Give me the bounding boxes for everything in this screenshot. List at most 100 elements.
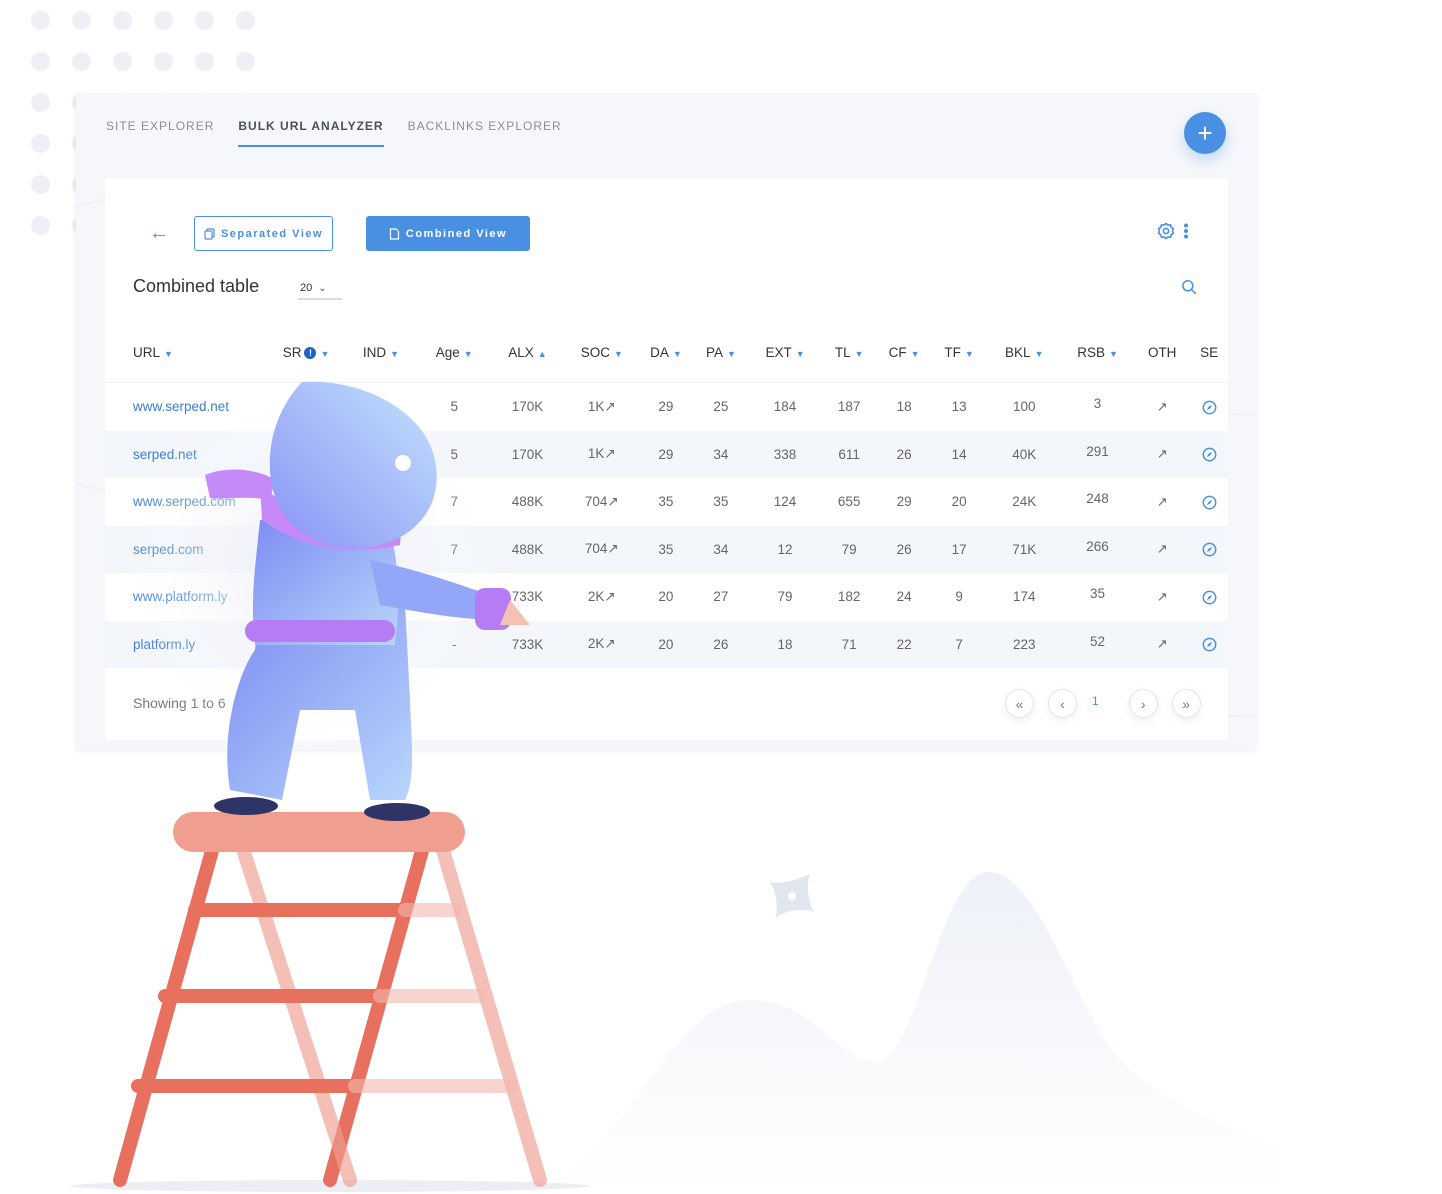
compass-icon[interactable] <box>1202 400 1217 415</box>
cell-bkl: 24K <box>1012 494 1037 510</box>
cell-tl: 182 <box>837 589 861 605</box>
cell-oth: ↗ <box>1134 478 1190 526</box>
column-header-oth: OTH <box>1134 323 1191 383</box>
compass-icon[interactable] <box>1202 447 1217 462</box>
cell-se <box>1190 573 1228 621</box>
mascot-on-ladder-illustration <box>70 380 590 1192</box>
cell-tf: 14 <box>930 430 988 478</box>
chevron-down-icon: ▼ <box>320 349 330 359</box>
cell-tl: 79 <box>820 525 878 573</box>
external-link-icon[interactable]: ↗ <box>1157 636 1168 651</box>
cell-tf: 9 <box>955 589 963 605</box>
column-header-tf[interactable]: TF ▼ <box>930 323 988 383</box>
external-link-icon[interactable]: ↗ <box>1157 589 1168 604</box>
compass-icon[interactable] <box>1202 637 1217 652</box>
page-size-select[interactable]: 20 ⌄ <box>298 282 342 300</box>
cell-tf: 13 <box>951 399 967 415</box>
cell-cf: 26 <box>877 430 931 478</box>
chevron-up-icon: ▲ <box>537 349 547 359</box>
cell-pa: 34 <box>692 525 750 573</box>
chevron-down-icon: ▼ <box>1108 349 1118 359</box>
cell-cf: 26 <box>877 525 931 573</box>
cell-tf: 17 <box>930 525 988 573</box>
cell-pa: 34 <box>692 430 750 478</box>
sparkle-star-decoration <box>770 874 814 918</box>
compass-icon[interactable] <box>1202 495 1217 510</box>
chevron-down-icon: ▼ <box>164 349 173 359</box>
external-link-icon[interactable]: ↗ <box>1157 399 1168 414</box>
external-link-icon[interactable]: ↗ <box>1157 541 1168 556</box>
cell-tf: 7 <box>930 620 988 668</box>
chevron-down-icon: ▼ <box>854 349 864 359</box>
cell-tl: 187 <box>837 399 861 415</box>
chevron-down-icon: ▼ <box>964 349 974 359</box>
back-button[interactable]: ← <box>149 222 169 245</box>
chevron-down-icon: ▼ <box>1034 349 1044 359</box>
kebab-icon[interactable] <box>1183 223 1189 239</box>
combined-view-button[interactable]: Combined View <box>366 216 530 251</box>
column-header-rsb[interactable]: RSB ▼ <box>1060 323 1135 383</box>
cell-rsb: 3 <box>1093 396 1102 412</box>
compass-icon[interactable] <box>1202 542 1217 557</box>
chevron-down-icon: ▼ <box>726 349 736 359</box>
cell-da: 20 <box>658 589 674 605</box>
tab-backlinks-explorer[interactable]: BACKLINKS EXPLORER <box>408 119 562 147</box>
cell-ext: 124 <box>773 494 797 510</box>
ladder <box>113 812 547 1187</box>
info-icon[interactable]: ! <box>304 347 317 359</box>
cell-ext: 18 <box>749 620 821 668</box>
column-header-da[interactable]: DA ▼ <box>639 323 693 383</box>
cell-ext: 79 <box>777 589 793 605</box>
chevron-down-icon: ▼ <box>672 349 682 359</box>
cell-pa: 27 <box>713 589 729 605</box>
column-header-tl[interactable]: TL ▼ <box>820 323 878 383</box>
compass-icon[interactable] <box>1202 590 1217 605</box>
tab-site-explorer[interactable]: SITE EXPLORER <box>106 119 214 147</box>
cell-oth: ↗ <box>1134 383 1190 431</box>
chevron-down-icon: ▼ <box>910 349 920 359</box>
cell-rsb: 248 <box>1086 491 1109 507</box>
tab-bulk-url-analyzer[interactable]: BULK URL ANALYZER <box>238 119 384 147</box>
column-header-ext[interactable]: EXT ▼ <box>749 323 821 383</box>
chevron-down-icon: ⌄ <box>318 283 327 294</box>
column-header-pa[interactable]: PA ▼ <box>692 323 750 383</box>
external-link-icon[interactable]: ↗ <box>1157 494 1168 509</box>
add-button[interactable]: + <box>1184 112 1226 154</box>
next-page-button[interactable]: › <box>1128 689 1158 718</box>
external-link-icon[interactable]: ↗ <box>1157 446 1168 461</box>
table-title: Combined table <box>133 276 260 296</box>
nav-tabs: SITE EXPLORER BULK URL ANALYZER BACKLINK… <box>106 119 562 147</box>
cell-ext: 184 <box>773 399 797 415</box>
cell-se <box>1190 383 1228 431</box>
gear-icon[interactable] <box>1157 222 1175 240</box>
cell-tf: 20 <box>951 494 967 510</box>
column-header-bkl[interactable]: BKL ▼ <box>987 323 1061 383</box>
last-page-button[interactable]: » <box>1171 689 1201 718</box>
plus-icon: + <box>1197 118 1213 148</box>
double-chevron-left-icon: « <box>1015 695 1024 712</box>
first-page-button[interactable]: « <box>1005 689 1034 718</box>
cell-oth: ↗ <box>1134 430 1191 478</box>
cell-ext: 12 <box>749 525 821 573</box>
page-number-current[interactable]: 1 <box>1092 694 1099 708</box>
separated-view-label: Separated View <box>220 227 324 240</box>
cell-da: 29 <box>658 399 674 415</box>
cell-cf: 22 <box>877 620 931 668</box>
cell-da: 29 <box>639 430 693 478</box>
chevron-down-icon: ▼ <box>795 349 805 359</box>
separated-view-button[interactable]: Separated View <box>194 216 333 251</box>
search-icon[interactable] <box>1181 279 1197 295</box>
prev-page-button[interactable]: ‹ <box>1048 689 1077 718</box>
cell-bkl: 100 <box>1012 399 1036 415</box>
column-header-cf[interactable]: CF ▼ <box>877 323 931 383</box>
pagination: « ‹ 1 › » <box>1005 689 1215 718</box>
cell-bkl: 223 <box>987 620 1061 668</box>
page-size-value: 20 <box>300 282 313 294</box>
cell-rsb: 266 <box>1060 525 1135 573</box>
cell-se <box>1190 430 1228 478</box>
cell-rsb: 52 <box>1060 620 1135 668</box>
double-chevron-right-icon: » <box>1182 695 1191 712</box>
cell-bkl: 40K <box>987 430 1061 478</box>
mountain-illustration <box>560 871 1280 1190</box>
cell-tl: 71 <box>820 620 878 668</box>
